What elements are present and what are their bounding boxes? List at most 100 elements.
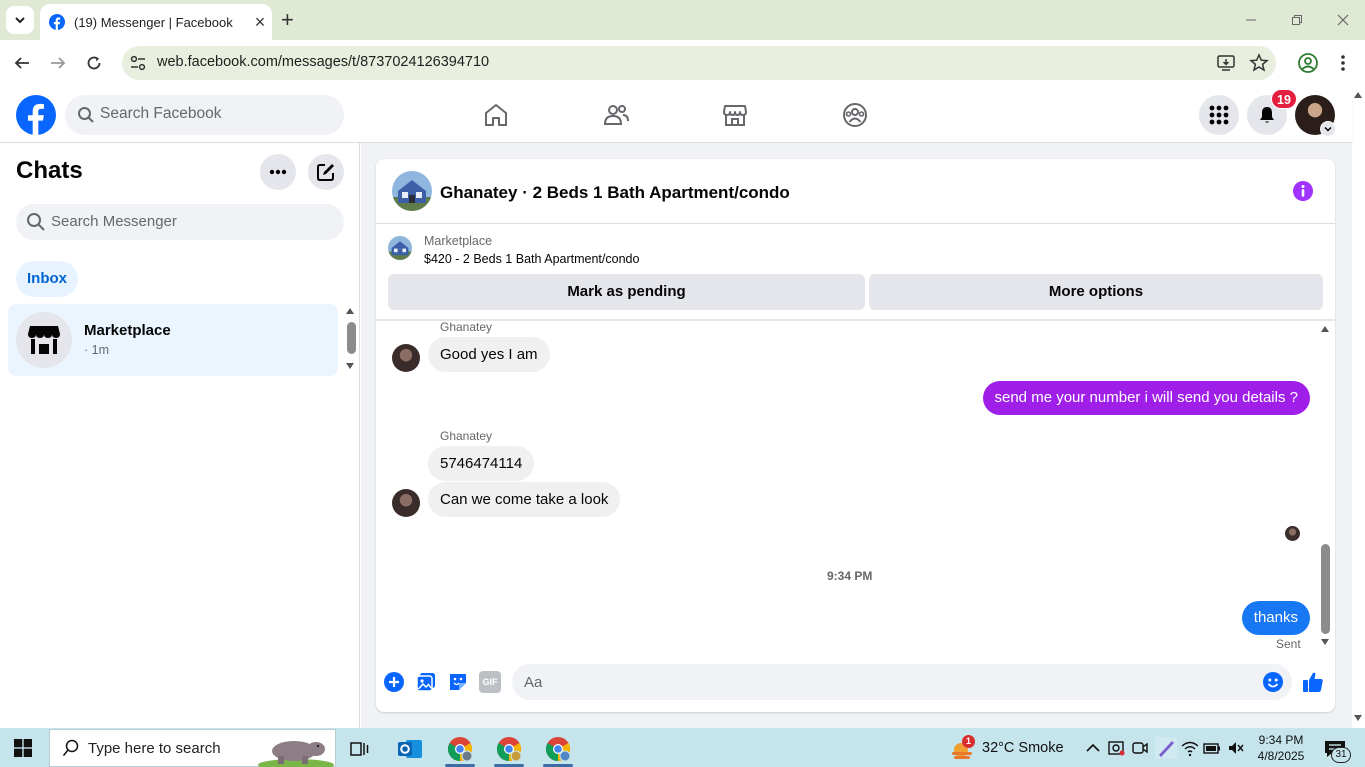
friends-icon[interactable] (602, 101, 630, 129)
house-photo-icon (392, 171, 432, 211)
close-icon (1337, 14, 1349, 26)
restore-button[interactable] (1285, 10, 1309, 30)
wifi-icon[interactable] (1181, 739, 1199, 757)
conversation-panel (376, 159, 1335, 712)
message-sender-name: Ghanatey (440, 320, 493, 334)
site-settings-icon[interactable] (128, 53, 148, 73)
account-dropdown[interactable] (1320, 121, 1336, 137)
back-button[interactable] (11, 52, 33, 74)
compose-icon (317, 164, 334, 181)
marketplace-label: Marketplace (424, 234, 493, 248)
weather-alert-badge: 1 (962, 735, 975, 748)
sender-avatar[interactable] (392, 344, 420, 372)
conversation-scrollbar-thumb[interactable] (1321, 544, 1330, 634)
profile-icon[interactable] (1297, 52, 1319, 74)
close-window-button[interactable] (1331, 10, 1355, 30)
chevron-up-icon[interactable] (1084, 739, 1102, 757)
clock-date: 4/8/2025 (1257, 749, 1305, 763)
home-icon[interactable] (482, 101, 510, 129)
header-divider (376, 223, 1335, 224)
message-timestamp: 9:34 PM (827, 569, 873, 583)
volume-muted-icon[interactable] (1227, 739, 1245, 757)
listing-avatar[interactable] (392, 171, 432, 211)
chrome-icon (545, 737, 571, 762)
received-message[interactable]: Can we come take a look (428, 482, 621, 517)
thumbs-up-icon[interactable] (1301, 670, 1325, 694)
tab-close-icon[interactable]: × (248, 13, 272, 31)
more-options-button[interactable]: More options (869, 274, 1323, 310)
chrome-taskbar-app-2[interactable] (495, 735, 523, 763)
message-sender-name: Ghanatey (440, 429, 493, 443)
chatlist-scrollbar-thumb[interactable] (347, 322, 356, 354)
photo-icon[interactable] (415, 671, 437, 693)
sender-avatar[interactable] (392, 489, 420, 517)
groups-icon[interactable] (841, 101, 869, 129)
restore-icon (1292, 15, 1302, 25)
grid-menu-icon (1209, 105, 1229, 125)
menu-button[interactable] (1199, 95, 1239, 135)
sticker-icon[interactable] (447, 671, 469, 693)
plus-circle-icon[interactable] (383, 671, 405, 693)
new-tab-button[interactable]: + (281, 8, 294, 32)
search-icon (27, 213, 45, 231)
received-message[interactable]: 5746474114 (428, 446, 535, 481)
outlook-taskbar-app[interactable] (396, 735, 424, 763)
taskbar-clock[interactable]: 9:34 PM 4/8/2025 (1251, 732, 1311, 764)
listing-price-title[interactable]: $420 - 2 Beds 1 Bath Apartment/condo (424, 252, 639, 266)
gif-button[interactable]: GIF (479, 671, 501, 693)
weather-text[interactable]: 32°C Smoke (982, 740, 1064, 756)
task-view-button[interactable] (346, 735, 374, 763)
windows-start-icon[interactable] (14, 739, 32, 757)
info-icon[interactable] (1292, 180, 1314, 202)
chrome-taskbar-app-1[interactable] (446, 735, 474, 763)
chrome-icon (496, 737, 522, 762)
sent-message[interactable]: send me your number i will send you deta… (982, 381, 1310, 415)
forward-button[interactable] (47, 52, 69, 74)
browser-menu-icon[interactable] (1336, 53, 1350, 73)
message-status: Sent (1276, 637, 1301, 651)
conversation-title[interactable]: Ghanatey · 2 Beds 1 Bath Apartment/condo (440, 183, 790, 203)
listing-thumbnail[interactable] (388, 236, 412, 260)
seen-indicator-avatar (1285, 526, 1300, 541)
tab-title: (19) Messenger | Facebook (74, 14, 233, 30)
conversation-scroll-up[interactable] (1321, 326, 1329, 332)
marketplace-icon[interactable] (721, 101, 749, 129)
conversation-scroll-down[interactable] (1321, 639, 1329, 645)
browser-tab-messenger[interactable]: (19) Messenger | Facebook × (40, 4, 272, 40)
sent-message[interactable]: thanks (1241, 601, 1310, 635)
meet-now-icon[interactable] (1131, 739, 1149, 757)
reload-icon (87, 56, 101, 70)
chat-list-item-name: Marketplace (84, 322, 171, 339)
page-scroll-down[interactable] (1354, 715, 1362, 721)
battery-icon[interactable] (1203, 739, 1221, 757)
reload-button[interactable] (83, 52, 105, 74)
url-text[interactable]: web.facebook.com/messages/t/873702412639… (157, 54, 489, 70)
inbox-filter-tab[interactable]: Inbox (16, 261, 78, 297)
task-view-icon (350, 742, 369, 756)
chatlist-scroll-down[interactable] (346, 363, 354, 369)
chatlist-scroll-up[interactable] (346, 308, 354, 314)
emoji-icon[interactable] (1262, 671, 1284, 693)
minimize-icon (1246, 19, 1256, 21)
message-input[interactable] (512, 664, 1292, 700)
install-app-icon[interactable] (1216, 53, 1236, 73)
chrome-taskbar-app-3[interactable] (544, 735, 572, 763)
mark-as-pending-button[interactable]: Mark as pending (388, 274, 865, 310)
screen-capture-icon[interactable] (1107, 739, 1125, 757)
chats-options-button[interactable] (260, 154, 296, 190)
marketplace-chat-avatar (16, 312, 72, 368)
house-photo-icon (388, 236, 412, 260)
pen-workspace-icon[interactable] (1155, 737, 1177, 759)
bell-icon (1260, 107, 1274, 123)
facebook-logo-icon[interactable] (16, 95, 56, 135)
received-message[interactable]: Good yes I am (428, 337, 550, 372)
store-icon (28, 326, 60, 354)
page-scroll-up[interactable] (1354, 92, 1362, 98)
bookmark-star-icon[interactable] (1249, 53, 1269, 73)
minimize-button[interactable] (1239, 10, 1263, 30)
tab-search-button[interactable] (6, 6, 34, 34)
new-message-button[interactable] (308, 154, 344, 190)
facebook-favicon-icon (49, 14, 65, 30)
more-horizontal-icon (269, 169, 287, 175)
facebook-search-placeholder: Search Facebook (100, 105, 222, 122)
